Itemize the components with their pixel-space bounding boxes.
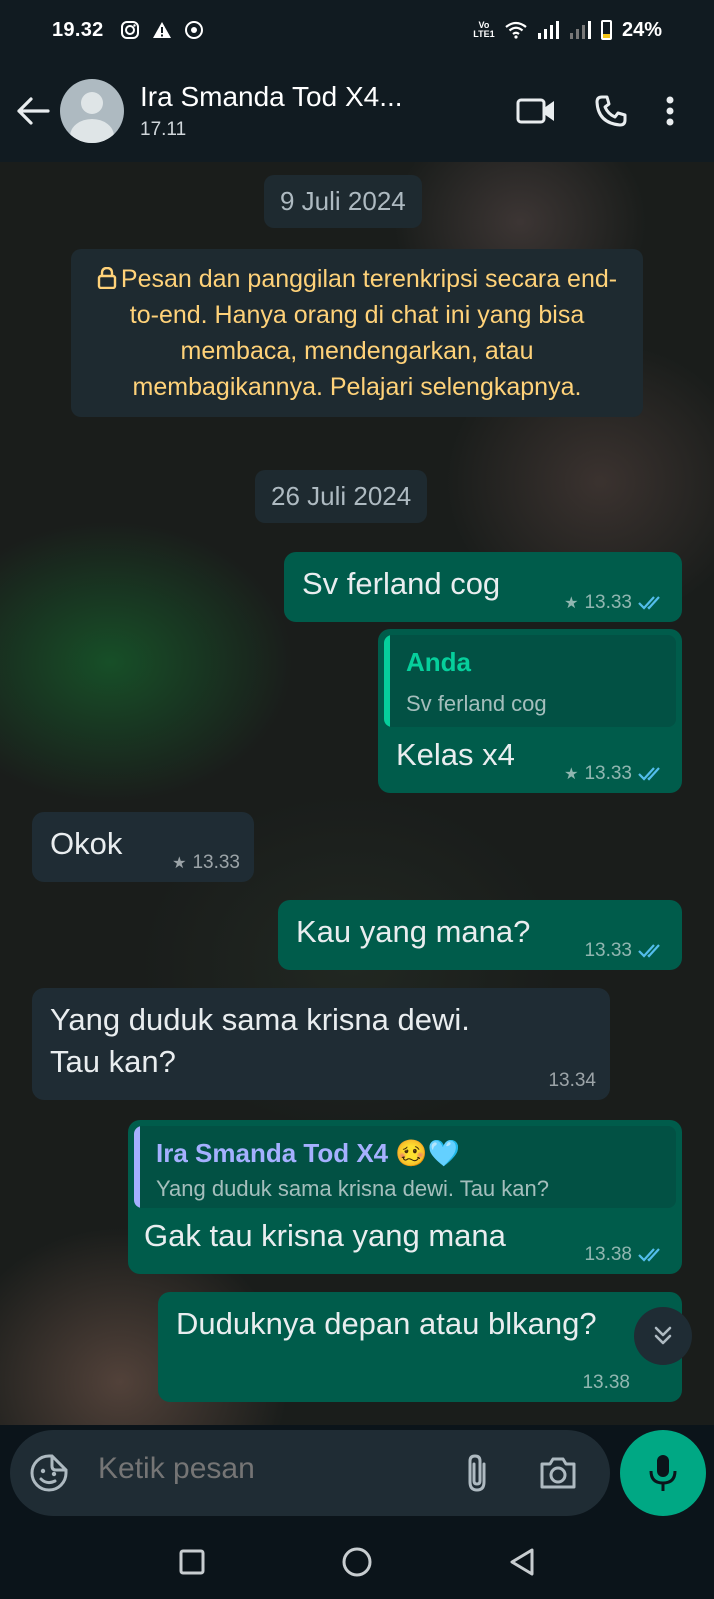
wifi-icon: [505, 21, 527, 39]
contact-name: Ira Smanda Tod X4...: [140, 81, 403, 112]
sticker-emoji-icon[interactable]: [28, 1452, 70, 1494]
message-text-line: Yang duduk sama krisna dewi.: [50, 1002, 470, 1037]
status-bar: 19.32 Vo LTE1 24%: [0, 0, 714, 60]
message-time: 13.33: [192, 852, 240, 873]
message-bubble-outgoing[interactable]: Duduknya depan atau blkang? 13.38: [158, 1292, 682, 1402]
quote-bar: [384, 635, 390, 727]
read-ticks-icon: [638, 1248, 660, 1262]
recent-apps-icon[interactable]: [178, 1548, 206, 1576]
message-time: 13.33: [584, 763, 632, 784]
contact-info[interactable]: Ira Smanda Tod X4... 17.11: [140, 81, 450, 141]
quoted-message[interactable]: Anda Sv ferland cog: [384, 635, 676, 727]
lock-icon: [97, 266, 117, 290]
date-chip: 9 Juli 2024: [264, 175, 422, 228]
system-navigation-bar: [0, 1525, 714, 1599]
quote-text: Sv ferland cog: [406, 691, 547, 716]
message-meta: ★ 13.33: [564, 592, 664, 614]
scroll-to-bottom-button[interactable]: [634, 1307, 692, 1365]
quote-text: Yang duduk sama krisna dewi. Tau kan?: [156, 1176, 549, 1201]
message-bubble-incoming[interactable]: Yang duduk sama krisna dewi. Tau kan? 13…: [32, 988, 610, 1100]
status-notification-icons: [120, 20, 204, 40]
message-text: Kelas x4: [396, 737, 515, 772]
signal-icon: [537, 21, 559, 39]
date-chip: 26 Juli 2024: [255, 470, 428, 523]
microphone-icon: [649, 1455, 677, 1491]
message-meta: 13.34: [548, 1070, 596, 1092]
message-bubble-outgoing[interactable]: Anda Sv ferland cog Kelas x4 ★ 13.33: [378, 629, 682, 793]
home-icon[interactable]: [341, 1546, 373, 1578]
back-arrow-icon: [17, 97, 50, 125]
message-bubble-outgoing[interactable]: Kau yang mana? 13.33: [278, 900, 682, 970]
message-meta: 13.38: [584, 1244, 664, 1266]
read-ticks-icon: [638, 944, 660, 958]
chat-header: Ira Smanda Tod X4... 17.11: [0, 60, 714, 162]
encryption-notice[interactable]: Pesan dan panggilan terenkripsi secara e…: [71, 249, 643, 417]
message-bubble-incoming[interactable]: Okok ★ 13.33: [32, 812, 254, 882]
message-time: 13.33: [584, 592, 632, 613]
quoted-message[interactable]: Ira Smanda Tod X4 🥴🩵 Yang duduk sama kri…: [134, 1126, 676, 1208]
message-time: 13.33: [584, 940, 632, 961]
warning-icon: [152, 22, 171, 38]
message-meta: 13.33: [584, 940, 664, 962]
voice-call-icon[interactable]: [594, 94, 628, 128]
encryption-notice-text: Pesan dan panggilan terenkripsi secara e…: [120, 265, 618, 401]
quote-sender: Ira Smanda Tod X4 🥴🩵: [156, 1138, 461, 1168]
message-bubble-outgoing[interactable]: Ira Smanda Tod X4 🥴🩵 Yang duduk sama kri…: [128, 1120, 682, 1274]
message-bubble-outgoing[interactable]: Sv ferland cog ★ 13.33: [284, 552, 682, 622]
signal-2-icon: [569, 21, 591, 39]
back-nav-icon[interactable]: [508, 1547, 536, 1577]
avatar[interactable]: [60, 79, 124, 143]
double-chevron-down-icon: [654, 1326, 672, 1345]
more-options-icon[interactable]: [666, 96, 674, 126]
star-icon: ★: [564, 766, 579, 783]
message-composer: [10, 1430, 610, 1516]
volte-label: Vo LTE1: [473, 20, 495, 39]
message-meta: ★ 13.33: [564, 763, 664, 785]
quote-bar: [134, 1126, 140, 1208]
voice-message-button[interactable]: [620, 1430, 706, 1516]
status-right-group: Vo LTE1 24%: [473, 19, 662, 42]
status-time: 19.32: [52, 18, 104, 41]
chat-messages[interactable]: 9 Juli 2024 Pesan dan panggilan terenkri…: [0, 162, 714, 1425]
message-input[interactable]: [98, 1452, 438, 1486]
quote-sender: Anda: [406, 647, 471, 677]
message-text: Sv ferland cog: [302, 566, 501, 601]
header-actions: [516, 94, 674, 128]
contact-last-seen: 17.11: [140, 119, 187, 140]
message-time: 13.34: [548, 1070, 596, 1091]
message-text: Kau yang mana?: [296, 914, 531, 949]
back-button[interactable]: [8, 81, 58, 141]
message-time: 13.38: [584, 1244, 632, 1265]
star-icon: ★: [564, 595, 579, 612]
read-ticks-icon: [638, 596, 660, 610]
attach-icon[interactable]: [462, 1452, 492, 1494]
battery-icon: [600, 20, 612, 40]
video-call-icon[interactable]: [516, 97, 556, 125]
instagram-icon: [120, 21, 139, 39]
message-meta: ★ 13.33: [172, 852, 240, 874]
star-icon: ★: [172, 855, 187, 872]
message-time: 13.38: [582, 1372, 630, 1393]
message-text: Gak tau krisna yang mana: [144, 1218, 506, 1253]
message-meta: 13.38: [582, 1372, 630, 1394]
battery-level: 24%: [621, 18, 662, 41]
camera-icon[interactable]: [538, 1452, 578, 1494]
message-text: Okok: [50, 826, 123, 861]
app-notification-icon: [184, 21, 203, 39]
read-ticks-icon: [638, 767, 660, 781]
message-text-line: Tau kan?: [50, 1044, 176, 1079]
message-text: Duduknya depan atau blkang?: [176, 1306, 597, 1341]
